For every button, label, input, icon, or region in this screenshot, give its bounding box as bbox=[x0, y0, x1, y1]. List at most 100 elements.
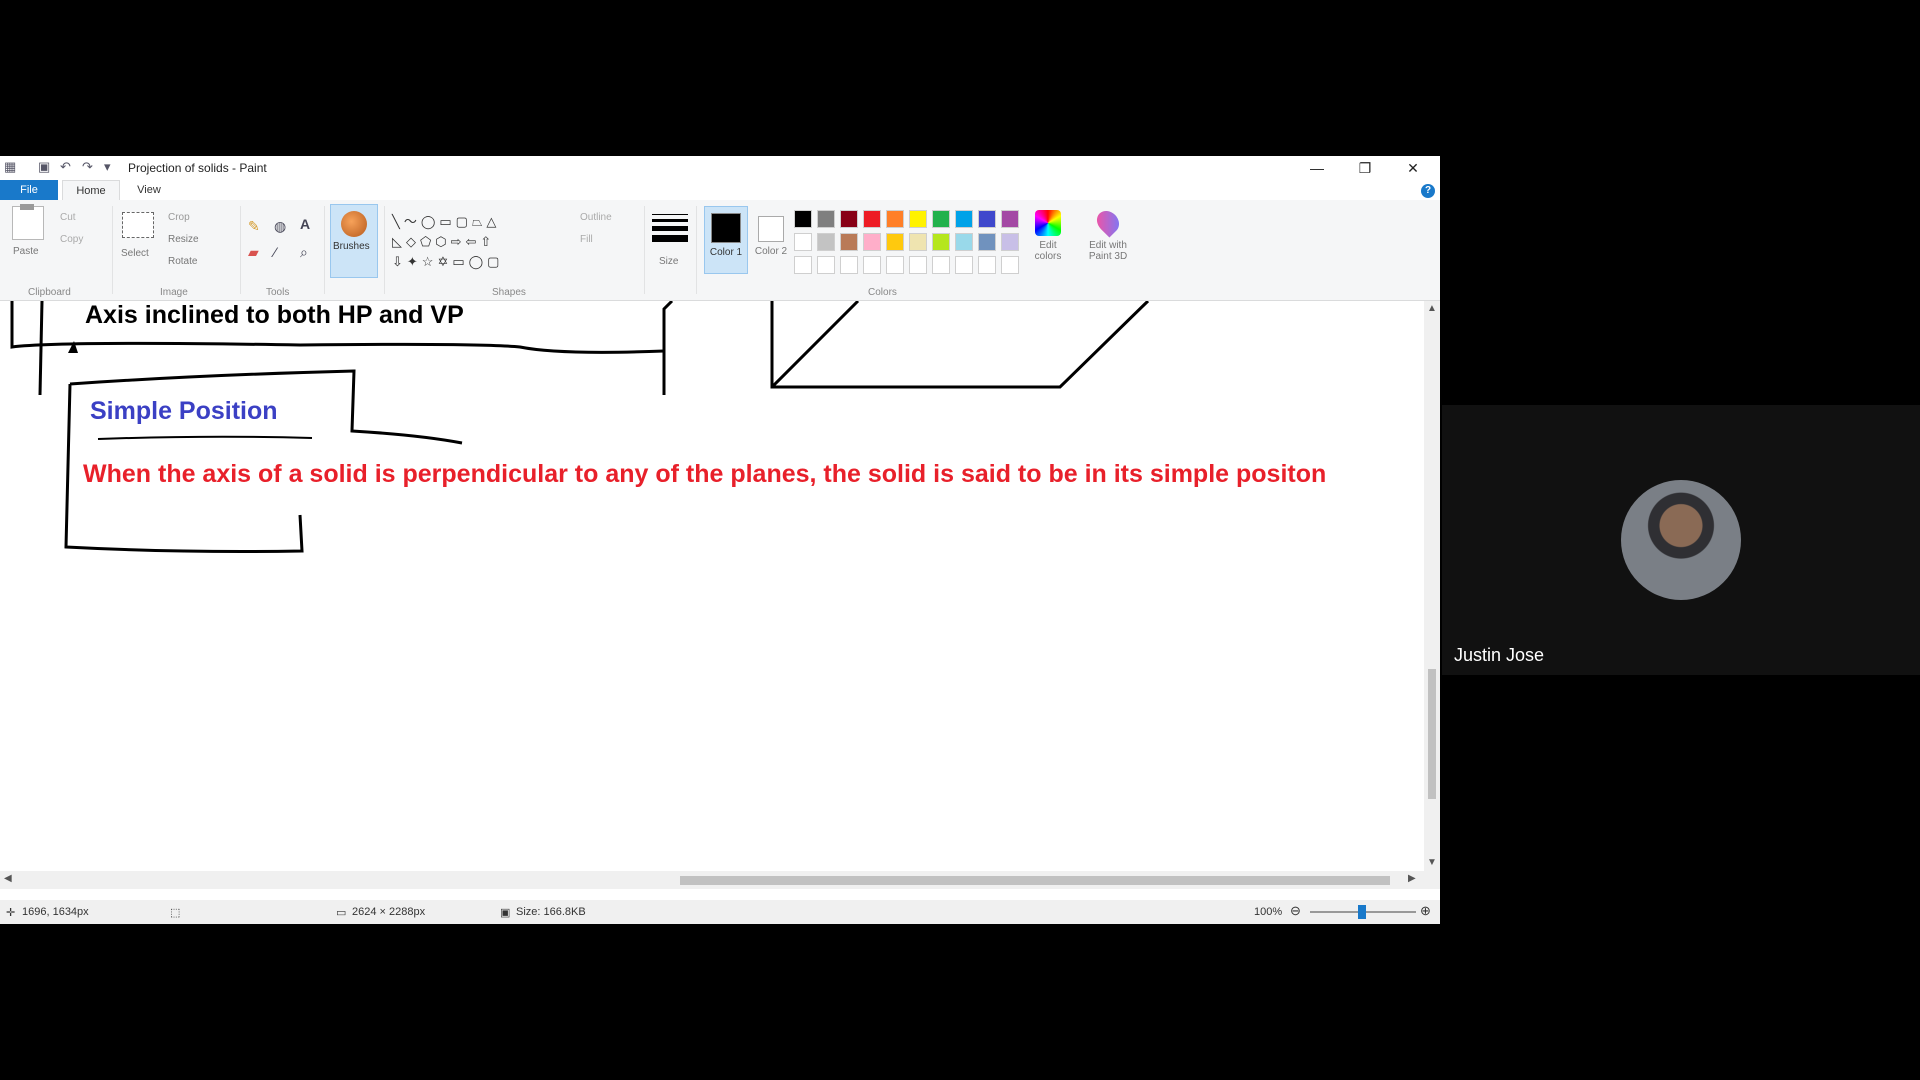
undo-icon[interactable]: ↶ bbox=[60, 159, 71, 175]
text-tool-icon[interactable]: A bbox=[300, 216, 310, 232]
color-swatch[interactable] bbox=[1001, 256, 1019, 274]
canvas-definition: When the axis of a solid is perpendicula… bbox=[83, 460, 1327, 488]
color-swatch[interactable] bbox=[909, 233, 927, 251]
color-swatch[interactable] bbox=[932, 233, 950, 251]
cut-button[interactable]: Cut bbox=[60, 212, 76, 223]
scroll-left-icon[interactable]: ◀ bbox=[4, 873, 12, 884]
tab-view[interactable]: View bbox=[124, 180, 174, 200]
edit-colors-label: Edit colors bbox=[1034, 240, 1062, 262]
resize-button[interactable]: Resize bbox=[168, 234, 199, 245]
restore-button[interactable]: ❐ bbox=[1342, 156, 1388, 180]
scroll-down-icon[interactable]: ▼ bbox=[1427, 857, 1437, 868]
color-swatch[interactable] bbox=[1001, 210, 1019, 228]
edit-colors-button[interactable]: Edit colors bbox=[1030, 208, 1066, 278]
brushes-label: Brushes bbox=[333, 241, 370, 252]
copy-button[interactable]: Copy bbox=[60, 234, 83, 245]
color2-label: Color 2 bbox=[754, 246, 788, 257]
paint3d-label: Edit with Paint 3D bbox=[1088, 240, 1128, 262]
zoom-slider-thumb[interactable] bbox=[1358, 905, 1366, 919]
color-swatch[interactable] bbox=[840, 256, 858, 274]
shapes-row: ╲〜◯▭▢⏢△ bbox=[392, 214, 501, 229]
color-palette bbox=[794, 210, 1024, 278]
close-button[interactable]: ✕ bbox=[1390, 156, 1436, 180]
color-swatch[interactable] bbox=[817, 210, 835, 228]
clipboard-group-label: Clipboard bbox=[28, 287, 71, 298]
vertical-scrollbar[interactable]: ▲ ▼ bbox=[1424, 301, 1440, 871]
fill-bucket-icon[interactable]: ◍ bbox=[274, 218, 286, 235]
brushes-button[interactable]: Brushes bbox=[330, 204, 378, 278]
canvas-subheading: Simple Position bbox=[90, 397, 278, 425]
canvas-strokes bbox=[10, 301, 1150, 553]
color-swatch[interactable] bbox=[817, 233, 835, 251]
fill-button[interactable]: Fill bbox=[580, 234, 593, 245]
color-swatch[interactable] bbox=[886, 256, 904, 274]
colors-group-label: Colors bbox=[868, 287, 897, 298]
color-swatch[interactable] bbox=[840, 233, 858, 251]
size-line-icon bbox=[652, 226, 688, 231]
magnifier-icon[interactable]: ⌕ bbox=[300, 244, 308, 261]
color-swatch[interactable] bbox=[955, 210, 973, 228]
rotate-button[interactable]: Rotate bbox=[168, 256, 197, 267]
pencil-icon[interactable]: ✎ bbox=[248, 218, 260, 235]
color-swatch[interactable] bbox=[817, 256, 835, 274]
color-swatch[interactable] bbox=[794, 210, 812, 228]
tab-home[interactable]: Home bbox=[62, 180, 120, 201]
size-button[interactable] bbox=[652, 212, 688, 258]
ribbon: Paste Cut Copy Clipboard Select Crop Res… bbox=[0, 200, 1440, 301]
horizontal-scrollbar[interactable]: ◀ ▶ bbox=[0, 871, 1440, 889]
redo-icon[interactable]: ↷ bbox=[82, 159, 93, 175]
color-swatch[interactable] bbox=[886, 210, 904, 228]
participant-video-tile: Justin Jose bbox=[1442, 405, 1920, 675]
help-icon[interactable]: ? bbox=[1421, 184, 1435, 198]
tools-group-label: Tools bbox=[266, 287, 290, 298]
color-picker-icon[interactable]: ⁄ bbox=[274, 244, 276, 260]
zoom-in-icon[interactable]: ⊕ bbox=[1420, 903, 1431, 919]
color-swatch[interactable] bbox=[863, 233, 881, 251]
paint3d-button[interactable]: Edit with Paint 3D bbox=[1078, 206, 1138, 278]
color-swatch[interactable] bbox=[794, 233, 812, 251]
color-swatch[interactable] bbox=[840, 210, 858, 228]
color-swatch[interactable] bbox=[955, 256, 973, 274]
scroll-up-icon[interactable]: ▲ bbox=[1427, 303, 1437, 314]
select-button[interactable] bbox=[122, 212, 154, 238]
color-swatch[interactable] bbox=[955, 233, 973, 251]
color-swatch[interactable] bbox=[978, 256, 996, 274]
color-swatch[interactable] bbox=[863, 210, 881, 228]
color-swatch[interactable] bbox=[863, 256, 881, 274]
zoom-out-icon[interactable]: ⊖ bbox=[1290, 903, 1301, 919]
zoom-slider[interactable] bbox=[1310, 905, 1416, 919]
vertical-scroll-thumb[interactable] bbox=[1428, 669, 1436, 799]
minimize-button[interactable]: — bbox=[1294, 156, 1340, 180]
file-size: Size: 166.8KB bbox=[516, 906, 586, 918]
selection-icon: ⬚ bbox=[170, 907, 181, 919]
customize-toolbar-icon[interactable]: ▾ bbox=[104, 159, 111, 175]
color-swatch[interactable] bbox=[886, 233, 904, 251]
horizontal-scroll-thumb[interactable] bbox=[680, 876, 1390, 885]
color-swatch[interactable] bbox=[1001, 233, 1019, 251]
outline-button[interactable]: Outline bbox=[580, 212, 612, 223]
color-swatch[interactable] bbox=[794, 256, 812, 274]
crop-button[interactable]: Crop bbox=[168, 212, 190, 223]
ribbon-tabs: File Home View ? bbox=[0, 180, 1440, 201]
color2-button[interactable]: Color 2 bbox=[750, 206, 792, 272]
color-swatch[interactable] bbox=[909, 256, 927, 274]
paint3d-icon bbox=[1092, 206, 1124, 238]
scroll-right-icon[interactable]: ▶ bbox=[1408, 873, 1416, 884]
color-swatch[interactable] bbox=[978, 233, 996, 251]
tab-file[interactable]: File bbox=[0, 180, 58, 200]
size-line-icon bbox=[652, 214, 688, 215]
size-line-icon bbox=[652, 235, 688, 242]
group-divider bbox=[384, 206, 385, 294]
color-swatch[interactable] bbox=[978, 210, 996, 228]
color-swatch[interactable] bbox=[932, 210, 950, 228]
window-title: Projection of solids - Paint bbox=[128, 161, 267, 175]
paste-button[interactable] bbox=[12, 204, 44, 240]
drawing-canvas[interactable]: Axis inclined to both HP and VP Simple P… bbox=[0, 301, 1424, 871]
stroke-prism-outline bbox=[770, 301, 1150, 389]
eraser-icon[interactable]: ▰ bbox=[248, 244, 259, 261]
color-swatch[interactable] bbox=[932, 256, 950, 274]
color1-button[interactable]: Color 1 bbox=[704, 206, 748, 274]
shapes-gallery[interactable]: ╲〜◯▭▢⏢△ ◺◇⬠⬡⇨⇦⇧ ⇩✦☆✡▭◯▢ bbox=[392, 212, 538, 274]
save-icon[interactable]: ▣ bbox=[38, 159, 50, 175]
color-swatch[interactable] bbox=[909, 210, 927, 228]
